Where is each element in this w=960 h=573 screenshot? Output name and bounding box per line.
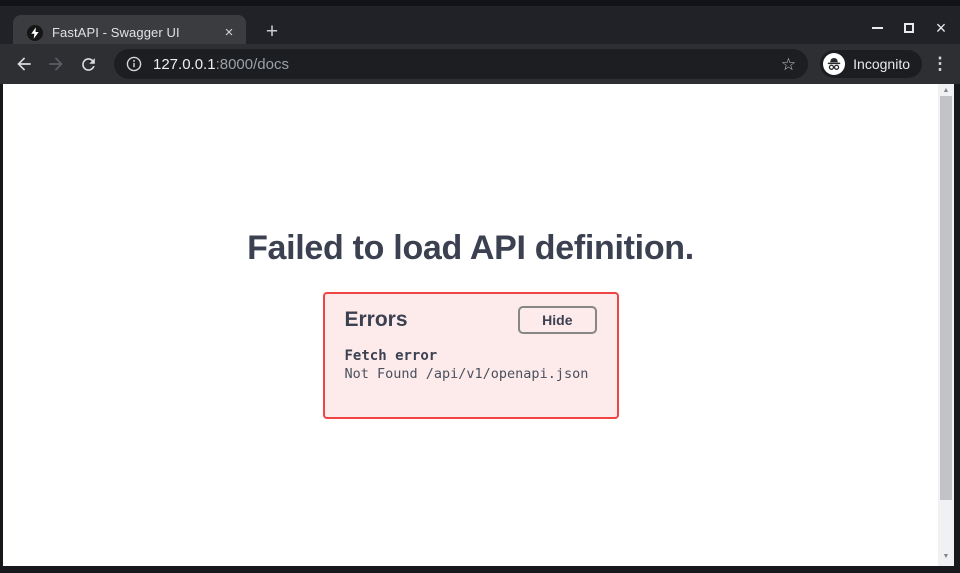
site-info-icon[interactable] [126, 56, 142, 72]
tab-close-icon[interactable]: × [220, 24, 238, 42]
url-host: 127.0.0.1 [153, 56, 216, 73]
tab-title: FastAPI - Swagger UI [52, 25, 220, 40]
errors-header: Errors Hide [345, 306, 597, 334]
bookmark-star-icon[interactable]: ☆ [781, 56, 796, 73]
address-bar[interactable]: 127.0.0.1:8000/docs ☆ [114, 49, 808, 79]
errors-panel: Errors Hide Fetch error Not Found /api/v… [323, 292, 619, 419]
new-tab-button[interactable]: + [257, 19, 287, 47]
errors-title: Errors [345, 308, 408, 332]
reload-button[interactable] [72, 48, 104, 80]
url-text: 127.0.0.1:8000/docs [153, 56, 289, 73]
back-arrow-icon [14, 54, 34, 74]
error-entry: Fetch error Not Found /api/v1/openapi.js… [345, 348, 597, 382]
window-close-icon: × [936, 19, 947, 37]
menu-icon[interactable]: ⋮ [927, 54, 953, 74]
maximize-button[interactable] [898, 17, 920, 39]
incognito-label: Incognito [853, 56, 910, 72]
incognito-icon [823, 53, 845, 75]
hide-button[interactable]: Hide [518, 306, 596, 334]
browser-window: FastAPI - Swagger UI × + × [0, 0, 960, 573]
window-controls: × [866, 12, 952, 44]
window-close-button[interactable]: × [930, 17, 952, 39]
swagger-ui: Failed to load API definition. Errors Hi… [3, 229, 938, 419]
minimize-button[interactable] [866, 17, 888, 39]
scroll-down-icon[interactable]: ▼ [938, 550, 954, 563]
browser-toolbar: 127.0.0.1:8000/docs ☆ Incognito ⋮ [0, 44, 960, 84]
forward-arrow-icon [46, 54, 66, 74]
error-message: Not Found /api/v1/openapi.json [345, 366, 597, 382]
url-path: :8000/docs [216, 56, 289, 73]
scrollbar-thumb[interactable] [940, 96, 952, 500]
fastapi-favicon-icon [27, 25, 43, 41]
page-content: Failed to load API definition. Errors Hi… [3, 84, 954, 566]
back-button[interactable] [8, 48, 40, 80]
minimize-icon [872, 27, 883, 29]
error-source: Fetch error [345, 348, 597, 364]
maximize-icon [904, 23, 914, 33]
forward-button[interactable] [40, 48, 72, 80]
incognito-badge: Incognito [820, 50, 922, 78]
titlebar: FastAPI - Swagger UI × + × [0, 0, 960, 44]
page-title: Failed to load API definition. [3, 229, 938, 268]
scrollbar[interactable]: ▲ ▼ [938, 84, 954, 566]
reload-icon [79, 55, 98, 74]
